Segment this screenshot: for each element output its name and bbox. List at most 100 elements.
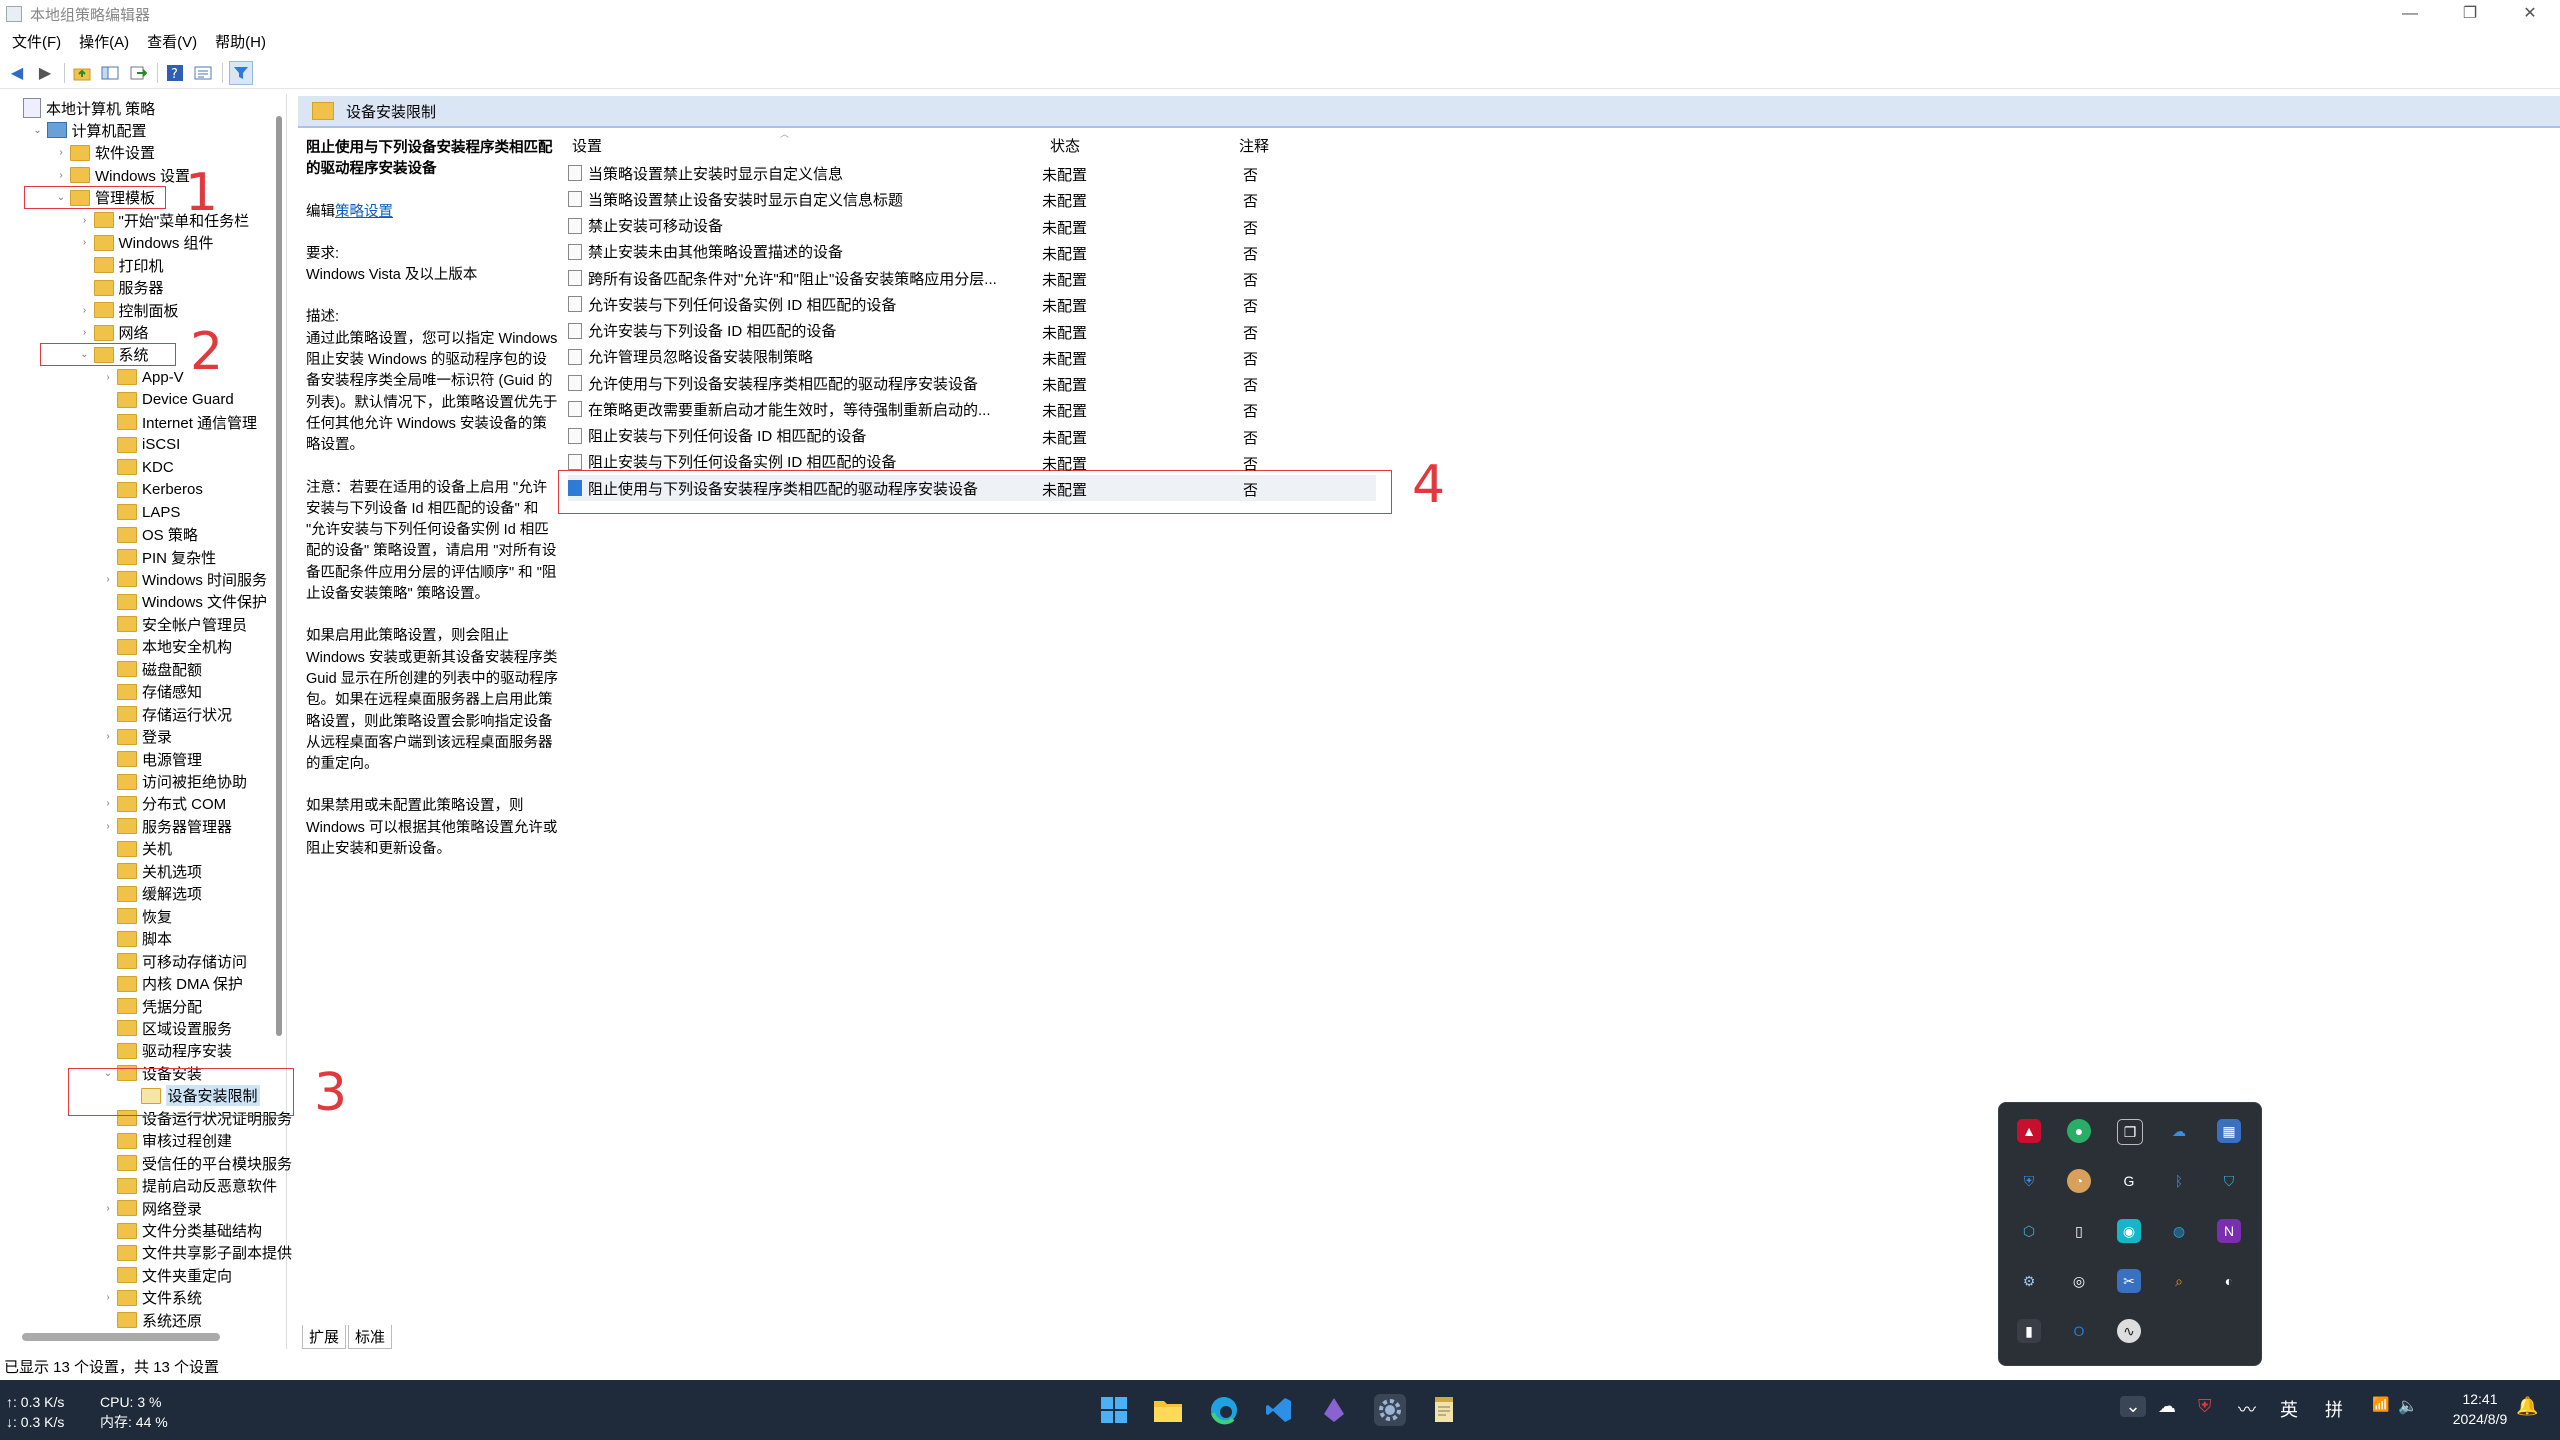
show-hide-tree-icon[interactable]	[99, 62, 121, 84]
tree-node[interactable]: KDC	[102, 456, 174, 478]
tree-node[interactable]: iSCSI	[102, 434, 180, 456]
policy-settings-link[interactable]: 策略设置	[335, 204, 393, 220]
help-icon[interactable]: ?	[164, 62, 186, 84]
tree-horizontal-scrollbar[interactable]	[22, 1333, 220, 1341]
security-shield-icon[interactable]: ⛉	[2217, 1169, 2241, 1193]
tree-node[interactable]: › 网络	[79, 322, 149, 344]
tree-node[interactable]: 区域设置服务	[102, 1017, 232, 1039]
audio-app-icon[interactable]: ∿	[2117, 1319, 2141, 1343]
tab-extended[interactable]: 扩展	[302, 1325, 347, 1349]
tree-node[interactable]: › "开始"菜单和任务栏	[79, 209, 249, 231]
tree-node[interactable]: 可移动存储访问	[102, 950, 247, 972]
menu-file[interactable]: 文件(F)	[12, 31, 61, 52]
expand-chevron-icon[interactable]: ›	[102, 731, 114, 742]
tree-node[interactable]: › 网络登录	[102, 1197, 202, 1219]
settings-row[interactable]: 在策略更改需要重新启动才能生效时，等待强制重新启动的...	[568, 396, 991, 422]
expand-chevron-icon[interactable]: ›	[102, 1203, 114, 1214]
usb-drive-icon[interactable]: ▯	[2067, 1219, 2091, 1243]
settings-gear-icon[interactable]	[1374, 1394, 1406, 1426]
tray-app-icon[interactable]: 〰	[2238, 1396, 2256, 1422]
cloud-sync-icon[interactable]: ☁	[2167, 1119, 2191, 1143]
expand-chevron-icon[interactable]: ›	[79, 237, 91, 248]
tray-chevron-icon[interactable]: ⌄	[2120, 1396, 2146, 1417]
tree-node[interactable]: › Windows 组件	[79, 232, 214, 254]
back-icon[interactable]: ◀	[6, 62, 28, 84]
tree-node[interactable]: › Windows 设置	[55, 164, 190, 186]
tree-node[interactable]: 凭据分配	[102, 995, 202, 1017]
antivirus-tray-icon[interactable]: ⛨	[2198, 1396, 2212, 1417]
tree-node[interactable]: 存储运行状况	[102, 703, 232, 725]
tree-node[interactable]: 提前启动反恶意软件	[102, 1175, 277, 1197]
tree-node[interactable]: 文件夹重定向	[102, 1264, 232, 1286]
tree-node[interactable]: 访问被拒绝协助	[102, 771, 247, 793]
tree-node[interactable]: 内核 DMA 保护	[102, 973, 243, 995]
expand-chevron-icon[interactable]: ›	[102, 574, 114, 585]
tab-standard[interactable]: 标准	[348, 1325, 393, 1349]
tree-node[interactable]: › 软件设置	[55, 142, 155, 164]
tree-node[interactable]: Windows 文件保护	[102, 591, 267, 613]
onedrive-icon[interactable]: ☁	[2158, 1396, 2176, 1417]
up-folder-icon[interactable]	[71, 62, 93, 84]
expand-chevron-icon[interactable]: ›	[79, 327, 91, 338]
tree-node[interactable]: 关机	[102, 838, 172, 860]
tree-node[interactable]: Device Guard	[102, 389, 234, 411]
column-header-setting[interactable]: 设置	[572, 135, 602, 157]
tree-node[interactable]: › 控制面板	[79, 299, 179, 321]
hexagon-app-icon[interactable]: ⬡	[2017, 1219, 2041, 1243]
minimize-button[interactable]: —	[2380, 0, 2440, 28]
tree-node[interactable]: 打印机	[79, 254, 164, 276]
tree-node[interactable]: 缓解选项	[102, 883, 202, 905]
copy-icon[interactable]: ❐	[2117, 1119, 2143, 1145]
tree-node[interactable]: 本地安全机构	[102, 636, 232, 658]
settings-row[interactable]: 跨所有设备匹配条件对"允许"和"阻止"设备安装策略应用分层...	[568, 265, 997, 291]
wifi-icon[interactable]: 📶	[2372, 1396, 2389, 1413]
vscode-icon[interactable]	[1263, 1394, 1295, 1426]
settings-row[interactable]: 允许管理员忽略设备安装限制策略	[568, 344, 813, 370]
expand-chevron-icon[interactable]: ›	[102, 372, 114, 383]
settings-row[interactable]: 当策略设置禁止设备安装时显示自定义信息标题	[568, 186, 903, 212]
settings-row[interactable]: 阻止安装与下列任何设备实例 ID 相匹配的设备	[568, 449, 896, 475]
tree-node[interactable]: 脚本	[102, 928, 172, 950]
cyan-app-icon[interactable]: ◉	[2117, 1219, 2141, 1243]
defender-icon[interactable]: ⛨	[2017, 1169, 2041, 1193]
chrome-profile-icon[interactable]: ◔	[2067, 1169, 2091, 1193]
tree-node[interactable]: 受信任的平台模块服务	[102, 1152, 292, 1174]
photo-app-icon[interactable]: ▦	[2217, 1119, 2241, 1143]
file-explorer-icon[interactable]	[1152, 1394, 1184, 1426]
tree-node[interactable]: ⌄ 计算机配置	[32, 119, 147, 141]
settings-row[interactable]: 允许安装与下列设备 ID 相匹配的设备	[568, 318, 836, 344]
tree-node[interactable]: Internet 通信管理	[102, 411, 257, 433]
github-icon[interactable]: ◐	[2217, 1269, 2241, 1293]
tree-node[interactable]: Kerberos	[102, 479, 203, 501]
tree-node[interactable]: 本地计算机 策略	[8, 97, 155, 119]
expand-chevron-icon[interactable]: ›	[79, 215, 91, 226]
edge-browser-icon[interactable]	[1208, 1394, 1240, 1426]
amd-icon[interactable]: ▲	[2017, 1119, 2041, 1143]
ime-mode-indicator[interactable]: 拼	[2325, 1396, 2343, 1422]
snip-tool-icon[interactable]: ✂	[2117, 1269, 2141, 1293]
camera-icon[interactable]: ◎	[2067, 1269, 2091, 1293]
tree-node[interactable]: 电源管理	[102, 748, 202, 770]
tree-node[interactable]: OS 策略	[102, 524, 198, 546]
steam-icon[interactable]: ⚙	[2017, 1269, 2041, 1293]
tree-node[interactable]: 存储感知	[102, 681, 202, 703]
settings-row[interactable]: 禁止安装可移动设备	[568, 213, 723, 239]
onenote-icon[interactable]: N	[2217, 1219, 2241, 1243]
tree-vertical-scrollbar[interactable]	[274, 96, 284, 1046]
tree-node[interactable]: › 服务器管理器	[102, 815, 232, 837]
search-tool-icon[interactable]: ⌕	[2167, 1269, 2191, 1293]
tree-node[interactable]: 安全帐户管理员	[102, 613, 247, 635]
notification-bell-icon[interactable]: 🔔	[2516, 1396, 2538, 1417]
tree-node[interactable]: 文件分类基础结构	[102, 1220, 262, 1242]
tree-node[interactable]: LAPS	[102, 501, 180, 523]
expand-chevron-icon[interactable]: ›	[79, 305, 91, 316]
tree-node[interactable]: 服务器	[79, 277, 164, 299]
expand-chevron-icon[interactable]: ›	[102, 1292, 114, 1303]
column-header-comment[interactable]: 注释	[1239, 135, 1269, 157]
start-icon[interactable]	[1098, 1394, 1130, 1426]
menu-help[interactable]: 帮助(H)	[215, 31, 266, 52]
tree-node[interactable]: 磁盘配额	[102, 658, 202, 680]
settings-row[interactable]: 当策略设置禁止安装时显示自定义信息	[568, 160, 843, 186]
maximize-button[interactable]: ❐	[2440, 0, 2500, 28]
bookmark-app-icon[interactable]: ▮	[2017, 1319, 2041, 1343]
